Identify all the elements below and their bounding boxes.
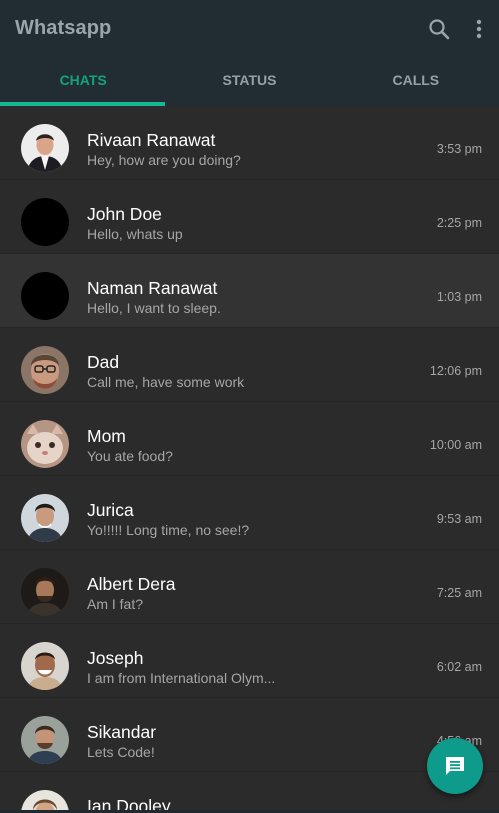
tab-bar: CHATS STATUS CALLS	[0, 60, 499, 106]
chat-list: Rivaan Ranawat Hey, how are you doing? 3…	[0, 106, 499, 813]
chat-name: Rivaan Ranawat	[87, 130, 216, 150]
new-chat-fab[interactable]	[427, 738, 483, 794]
chat-time: 2:25 pm	[436, 216, 482, 230]
avatar	[21, 716, 69, 764]
avatar	[21, 272, 69, 320]
more-options-button[interactable]	[470, 16, 488, 42]
chat-last-message: Hello, whats up	[87, 226, 183, 242]
chat-name: John Doe	[87, 204, 162, 224]
search-icon	[429, 19, 450, 40]
chat-name: Mom	[87, 426, 126, 446]
avatar	[21, 494, 69, 542]
more-vert-icon	[476, 19, 482, 39]
chat-row[interactable]: John Doe Hello, whats up 2:25 pm	[0, 180, 499, 254]
message-icon	[446, 757, 464, 775]
tab-calls[interactable]: CALLS	[333, 60, 499, 106]
chat-time: 9:53 am	[436, 512, 482, 526]
chat-row[interactable]: Mom You ate food? 10:00 am	[0, 402, 499, 476]
tab-chats[interactable]: CHATS	[0, 60, 166, 106]
chat-name: Sikandar	[87, 722, 157, 742]
chat-time: 7:25 am	[436, 586, 482, 600]
app-bar: Whatsapp CHATS STATUS CALLS	[0, 0, 499, 106]
app-title: Whatsapp	[15, 17, 112, 39]
chat-row[interactable]: Joseph I am from International Olym... 6…	[0, 624, 499, 698]
avatar	[21, 346, 69, 394]
chat-time: 6:02 am	[436, 660, 482, 674]
chat-name: Dad	[87, 352, 120, 372]
chat-row[interactable]: Dad Call me, have some work 12:06 pm	[0, 328, 499, 402]
avatar	[21, 420, 69, 468]
chat-last-message: Yo!!!!! Long time, no see!?	[87, 522, 250, 538]
chat-time: 3:53 pm	[436, 142, 482, 156]
tab-status[interactable]: STATUS	[166, 60, 332, 106]
chat-time: 1:03 pm	[436, 290, 482, 304]
chat-last-message: Am I fat?	[87, 596, 144, 612]
chat-row[interactable]: Albert Dera Am I fat? 7:25 am	[0, 550, 499, 624]
chat-name: Joseph	[87, 648, 144, 668]
chat-row[interactable]: Sikandar Lets Code! 4:56 am	[0, 698, 499, 772]
avatar	[21, 568, 69, 616]
chat-name: Naman Ranawat	[87, 278, 218, 298]
avatar	[21, 198, 69, 246]
chat-last-message: I am from International Olym...	[87, 670, 276, 686]
chat-row[interactable]: Rivaan Ranawat Hey, how are you doing? 3…	[0, 106, 499, 180]
chat-last-message: Call me, have some work	[87, 374, 245, 390]
chat-row[interactable]: Ian Dooley	[0, 772, 499, 813]
chat-row[interactable]: Naman Ranawat Hello, I want to sleep. 1:…	[0, 254, 499, 328]
avatar	[21, 642, 69, 690]
chat-last-message: Lets Code!	[87, 744, 155, 760]
chat-name: Jurica	[87, 500, 134, 520]
chat-time: 12:06 pm	[429, 364, 482, 378]
chat-name: Albert Dera	[87, 574, 176, 594]
chat-row[interactable]: Jurica Yo!!!!! Long time, no see!? 9:53 …	[0, 476, 499, 550]
chat-time: 10:00 am	[429, 438, 482, 452]
chat-last-message: You ate food?	[87, 448, 173, 464]
search-button[interactable]	[426, 16, 452, 42]
avatar	[21, 124, 69, 172]
chat-last-message: Hey, how are you doing?	[87, 152, 241, 168]
chat-last-message: Hello, I want to sleep.	[87, 300, 221, 316]
